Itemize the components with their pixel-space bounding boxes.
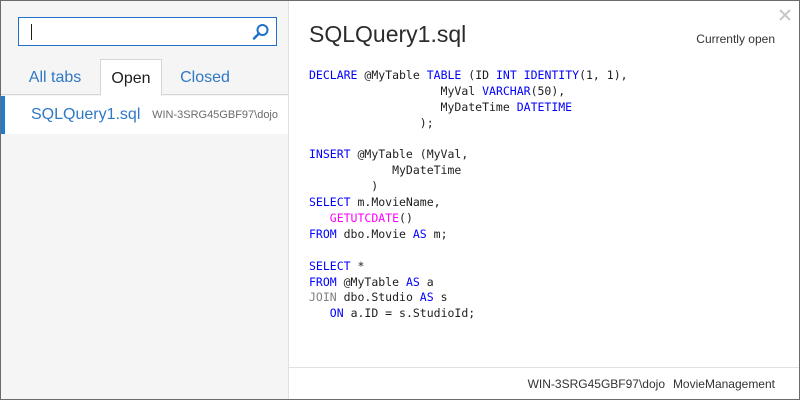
document-status: Currently open xyxy=(696,32,775,46)
tab-all-tabs[interactable]: All tabs xyxy=(19,59,91,95)
code-line: GETUTCDATE() xyxy=(309,211,628,227)
footer-database: MovieManagement xyxy=(672,377,775,391)
code-preview: DECLARE @MyTable TABLE (ID INT IDENTITY(… xyxy=(309,68,628,322)
code-token: @MyTable (MyVal, xyxy=(350,147,469,162)
code-token: MyDateTime xyxy=(309,99,517,114)
code-token: dbo.Movie xyxy=(336,226,413,241)
code-token: AS xyxy=(405,274,420,289)
code-line: ) xyxy=(309,179,628,195)
code-line: JOIN dbo.Studio AS s xyxy=(309,290,628,306)
code-token: * xyxy=(350,258,365,273)
code-token: VARCHAR xyxy=(482,83,531,98)
code-line: MyDateTime DATETIME xyxy=(309,100,628,116)
code-token: MyVal xyxy=(309,83,483,98)
code-token: m; xyxy=(426,226,448,241)
list-item-server: WIN-3SRG45GBF97\dojo xyxy=(152,109,278,121)
preview-pane: SQLQuery1.sql Currently open DECLARE @My… xyxy=(289,1,799,399)
code-token: GETUTCDATE xyxy=(329,211,400,226)
code-token: DECLARE xyxy=(309,68,358,82)
search-icon[interactable] xyxy=(252,23,270,41)
document-title: SQLQuery1.sql xyxy=(309,21,467,47)
code-token: ON xyxy=(329,306,344,321)
code-token: TABLE xyxy=(426,68,462,82)
code-token: AS xyxy=(419,290,434,305)
code-line: INSERT @MyTable (MyVal, xyxy=(309,147,628,163)
list-item-name: SQLQuery1.sql xyxy=(31,106,141,123)
tab-open[interactable]: Open xyxy=(100,59,162,96)
tab-list: SQLQuery1.sql WIN-3SRG45GBF97\dojo xyxy=(1,96,288,134)
code-line: SELECT * xyxy=(309,259,628,275)
search-box[interactable] xyxy=(18,17,277,46)
code-line: FROM dbo.Movie AS m; xyxy=(309,227,628,243)
footer: WIN-3SRG45GBF97\dojo MovieManagement xyxy=(289,367,799,399)
code-token: @MyTable xyxy=(336,274,406,289)
code-line: SELECT m.MovieName, xyxy=(309,195,628,211)
code-token: (50), xyxy=(530,83,566,98)
code-token: ) xyxy=(309,179,379,194)
code-token: SELECT xyxy=(309,258,351,273)
code-token: ); xyxy=(309,115,434,130)
code-token: INSERT xyxy=(309,147,351,162)
code-token: a xyxy=(419,274,434,289)
code-line: MyDateTime xyxy=(309,163,628,179)
code-token: IDENTITY xyxy=(523,68,580,82)
code-token: @MyTable xyxy=(357,68,427,82)
window: All tabs Open Closed SQLQuery1.sql WIN-3… xyxy=(0,0,800,400)
code-line: FROM @MyTable AS a xyxy=(309,275,628,291)
code-token: MyDateTime xyxy=(309,163,462,178)
text-caret xyxy=(31,24,32,40)
code-token: FROM xyxy=(309,226,337,241)
code-token: INT xyxy=(495,68,517,82)
code-token: (ID xyxy=(461,68,496,82)
code-token: FROM xyxy=(309,274,337,289)
code-token: DATETIME xyxy=(516,99,573,114)
code-line: MyVal VARCHAR(50), xyxy=(309,84,628,100)
tab-bar: All tabs Open Closed xyxy=(1,59,288,96)
code-token: a.ID = s.StudioId; xyxy=(343,306,476,321)
code-line: ON a.ID = s.StudioId; xyxy=(309,306,628,322)
footer-server: WIN-3SRG45GBF97\dojo xyxy=(527,377,665,391)
list-item[interactable]: SQLQuery1.sql WIN-3SRG45GBF97\dojo xyxy=(1,96,288,134)
left-pane: All tabs Open Closed SQLQuery1.sql WIN-3… xyxy=(1,1,289,399)
code-line: ); xyxy=(309,116,628,132)
code-token: (1, 1), xyxy=(579,68,628,82)
code-token: m.MovieName, xyxy=(350,195,441,210)
code-token: AS xyxy=(412,226,427,241)
close-icon[interactable] xyxy=(777,7,793,23)
code-token: SELECT xyxy=(309,195,351,210)
tab-closed[interactable]: Closed xyxy=(169,59,241,95)
code-token: dbo.Studio xyxy=(336,290,420,305)
search-input[interactable] xyxy=(27,21,247,42)
code-token: s xyxy=(433,290,448,305)
code-line: DECLARE @MyTable TABLE (ID INT IDENTITY(… xyxy=(309,68,628,84)
code-token: () xyxy=(399,211,413,226)
code-token: JOIN xyxy=(309,290,337,305)
